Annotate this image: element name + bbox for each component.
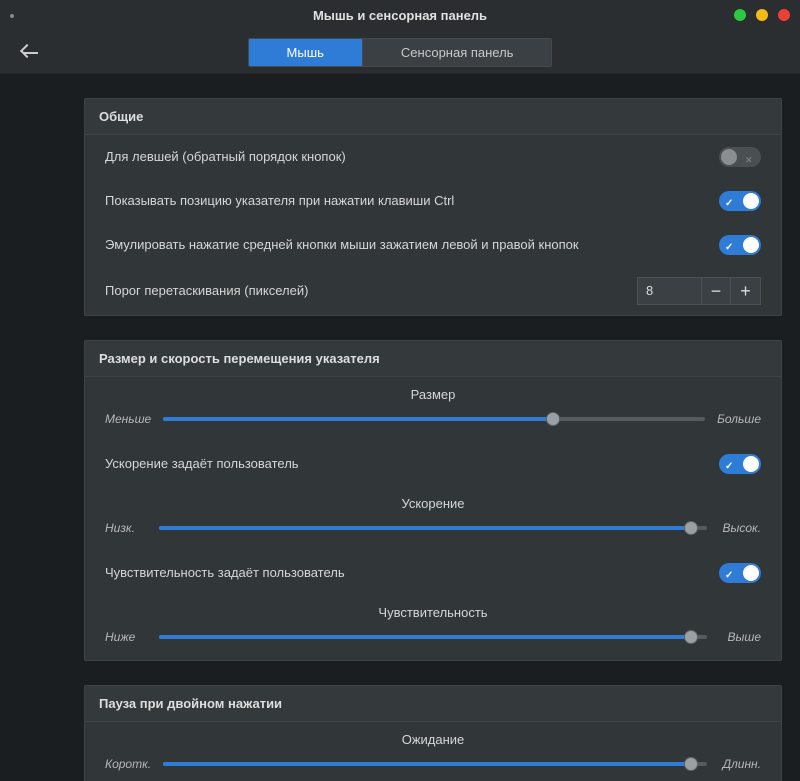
section-pointer: Размер и скорость перемещения указателя … [84, 340, 782, 661]
pointer-sens-title: Чувствительность [105, 605, 761, 620]
slider-fill [159, 526, 691, 530]
slider-thumb-icon[interactable] [546, 412, 560, 426]
drag-threshold-label: Порог перетаскивания (пикселей) [105, 282, 617, 300]
slider-fill [159, 635, 691, 639]
back-button[interactable] [22, 44, 40, 62]
back-arrow-icon [20, 44, 34, 58]
titlebar: Мышь и сенсорная панель [0, 0, 800, 32]
toggle-on-icon [725, 238, 733, 253]
toggle-on-icon [725, 566, 733, 581]
pointer-accel-min-label: Низк. [105, 521, 147, 535]
tab-switcher: Мышь Сенсорная панель [248, 38, 553, 67]
pointer-accel-title: Ускорение [105, 496, 761, 511]
toggle-knob-icon [743, 456, 759, 472]
double-click-timeout-slider[interactable] [163, 762, 707, 766]
close-button[interactable] [778, 9, 790, 21]
row-left-handed: Для левшей (обратный порядок кнопок) [85, 135, 781, 179]
pointer-size-slider[interactable] [163, 417, 705, 421]
section-double-click: Пауза при двойном нажатии Ожидание Корот… [84, 685, 782, 781]
pointer-sens-max-label: Выше [719, 630, 761, 644]
row-custom-accel: Ускорение задаёт пользователь [85, 442, 781, 486]
drag-threshold-value[interactable]: 8 [637, 277, 701, 305]
content-area: Общие Для левшей (обратный порядок кнопо… [0, 74, 800, 781]
slider-fill [163, 417, 553, 421]
pointer-sens-min-label: Ниже [105, 630, 147, 644]
window-title: Мышь и сенсорная панель [313, 8, 487, 23]
show-pointer-ctrl-toggle[interactable] [719, 191, 761, 211]
toggle-on-icon [725, 194, 733, 209]
slider-thumb-icon[interactable] [684, 521, 698, 535]
stepper-minus-button[interactable]: − [701, 277, 731, 305]
section-pointer-header: Размер и скорость перемещения указателя [85, 341, 781, 377]
slider-thumb-icon[interactable] [684, 757, 698, 771]
stepper-plus-button[interactable]: + [731, 277, 761, 305]
pointer-size-title: Размер [105, 387, 761, 402]
middle-click-emulate-label: Эмулировать нажатие средней кнопки мыши … [105, 236, 699, 254]
toggle-knob-icon [743, 237, 759, 253]
left-handed-toggle[interactable] [719, 147, 761, 167]
left-handed-label: Для левшей (обратный порядок кнопок) [105, 148, 699, 166]
section-double-click-header: Пауза при двойном нажатии [85, 686, 781, 722]
slider-fill [163, 762, 691, 766]
double-click-timeout-title: Ожидание [105, 732, 761, 747]
maximize-button[interactable] [756, 9, 768, 21]
row-custom-sens: Чувствительность задаёт пользователь [85, 551, 781, 595]
pointer-size-min-label: Меньше [105, 412, 151, 426]
minimize-button[interactable] [734, 9, 746, 21]
tab-touchpad[interactable]: Сенсорная панель [362, 39, 552, 66]
double-click-timeout-min-label: Коротк. [105, 757, 151, 771]
section-general: Общие Для левшей (обратный порядок кнопо… [84, 98, 782, 316]
block-pointer-accel: Ускорение Низк. Высок. [85, 486, 781, 551]
block-pointer-sens: Чувствительность Ниже Выше [85, 595, 781, 660]
block-double-click-timeout: Ожидание Коротк. Длинн. [85, 722, 781, 781]
row-drag-threshold: Порог перетаскивания (пикселей) 8 − + [85, 267, 781, 315]
toggle-knob-icon [721, 149, 737, 165]
double-click-timeout-max-label: Длинн. [719, 757, 761, 771]
row-show-pointer-ctrl: Показывать позицию указателя при нажатии… [85, 179, 781, 223]
pointer-accel-slider[interactable] [159, 526, 707, 530]
toggle-knob-icon [743, 193, 759, 209]
custom-sens-toggle[interactable] [719, 563, 761, 583]
custom-accel-toggle[interactable] [719, 454, 761, 474]
settings-window: Мышь и сенсорная панель Мышь Сенсорная п… [0, 0, 800, 781]
section-general-header: Общие [85, 99, 781, 135]
block-pointer-size: Размер Меньше Больше [85, 377, 781, 442]
window-controls [734, 9, 790, 21]
toggle-off-icon [745, 151, 755, 161]
pointer-sens-slider[interactable] [159, 635, 707, 639]
toggle-knob-icon [743, 565, 759, 581]
drag-threshold-stepper: 8 − + [637, 277, 761, 305]
row-middle-click-emulate: Эмулировать нажатие средней кнопки мыши … [85, 223, 781, 267]
tab-mouse[interactable]: Мышь [249, 39, 362, 66]
custom-accel-label: Ускорение задаёт пользователь [105, 455, 699, 473]
middle-click-emulate-toggle[interactable] [719, 235, 761, 255]
slider-thumb-icon[interactable] [684, 630, 698, 644]
show-pointer-ctrl-label: Показывать позицию указателя при нажатии… [105, 192, 699, 210]
toolbar: Мышь Сенсорная панель [0, 32, 800, 74]
toggle-on-icon [725, 457, 733, 472]
window-menu-icon[interactable] [10, 14, 14, 18]
custom-sens-label: Чувствительность задаёт пользователь [105, 564, 699, 582]
pointer-size-max-label: Больше [717, 412, 761, 426]
pointer-accel-max-label: Высок. [719, 521, 761, 535]
